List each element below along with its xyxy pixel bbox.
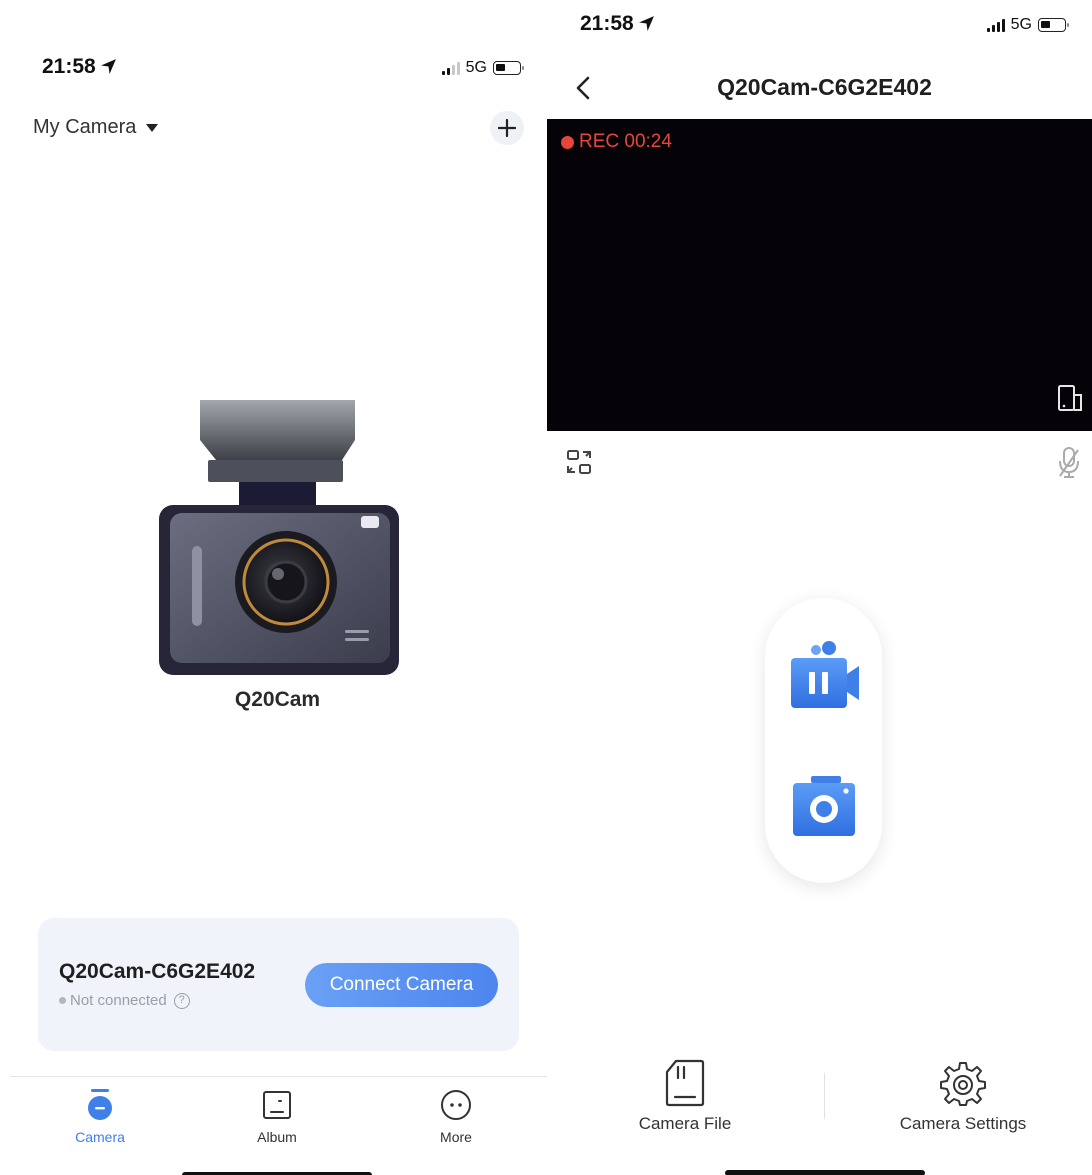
switch-camera-icon	[567, 450, 591, 474]
connect-camera-button[interactable]: Connect Camera	[305, 963, 498, 1007]
fullscreen-button[interactable]	[1055, 383, 1085, 415]
sd-card-icon	[665, 1059, 705, 1107]
home-indicator[interactable]	[725, 1170, 925, 1175]
plus-icon	[498, 119, 516, 137]
tab-album[interactable]: Album	[232, 1087, 322, 1145]
video-pause-icon	[791, 641, 859, 708]
live-video-feed[interactable]: REC 00:24	[547, 119, 1092, 431]
tab-camera[interactable]: Camera	[55, 1087, 145, 1145]
status-time: 21:58	[580, 12, 655, 36]
page-title: Q20Cam-C6G2E402	[717, 74, 932, 100]
camera-selector-label: My Camera	[33, 116, 137, 138]
battery-icon	[493, 61, 524, 75]
connection-status: Not connected ?	[59, 992, 190, 1009]
signal-icon	[441, 61, 460, 75]
status-time: 21:58	[42, 55, 117, 79]
location-arrow-icon	[100, 59, 116, 74]
status-time-text: 21:58	[580, 12, 634, 35]
add-camera-button[interactable]	[490, 111, 524, 145]
status-indicators: 5G	[986, 16, 1069, 34]
tab-album-label: Album	[257, 1129, 297, 1145]
status-indicators: 5G	[441, 59, 524, 77]
location-arrow-icon	[638, 16, 654, 31]
signal-icon	[986, 18, 1005, 32]
rotate-screen-icon	[1058, 385, 1082, 411]
status-time-text: 21:58	[42, 55, 96, 78]
dashcam-illustration	[159, 400, 399, 675]
rec-dot-icon	[561, 135, 574, 149]
live-view-screen: 21:58 5G Q20Cam-C6G2E402 REC 00:24 Camer…	[547, 0, 1092, 1175]
battery-icon	[1038, 18, 1069, 32]
camera-model-name: Q20Cam	[234, 688, 321, 711]
capture-controls	[765, 598, 882, 883]
status-dot-icon	[59, 997, 66, 1004]
status-bar: 21:58 5G	[0, 55, 547, 85]
tab-bar: Camera Album More	[10, 1076, 547, 1175]
network-label: 5G	[1010, 16, 1032, 33]
album-icon	[263, 1091, 291, 1119]
rec-indicator: REC 00:24	[561, 131, 672, 153]
camera-file-label: Camera File	[638, 1114, 732, 1133]
more-icon	[441, 1090, 471, 1120]
camera-list-screen: 21:58 5G My Camera Q20Cam Q20Cam-C6G2E40…	[0, 0, 547, 1175]
tab-more[interactable]: More	[411, 1087, 501, 1145]
tab-more-label: More	[440, 1129, 472, 1145]
camera-tab-icon	[88, 1089, 112, 1120]
network-label: 5G	[465, 59, 487, 76]
mic-off-icon	[1059, 447, 1079, 478]
caret-down-icon	[146, 123, 159, 132]
camera-file-button[interactable]: Camera File	[585, 1055, 785, 1134]
take-photo-button[interactable]	[791, 774, 857, 838]
gear-icon	[940, 1062, 986, 1106]
status-bar: 21:58 5G	[547, 10, 1092, 40]
camera-settings-label: Camera Settings	[899, 1114, 1027, 1133]
device-id: Q20Cam-C6G2E402	[59, 960, 256, 983]
camera-snapshot-icon	[793, 776, 855, 836]
switch-camera-button[interactable]	[564, 447, 594, 479]
camera-settings-button[interactable]: Camera Settings	[863, 1055, 1063, 1134]
rec-timer: REC 00:24	[579, 131, 672, 152]
device-card: Q20Cam-C6G2E402 Not connected ? Connect …	[38, 918, 519, 1051]
help-icon[interactable]: ?	[173, 992, 190, 1009]
camera-selector[interactable]: My Camera	[33, 116, 159, 139]
mic-button[interactable]	[1056, 446, 1082, 482]
connection-status-text: Not connected	[70, 992, 167, 1009]
tab-camera-label: Camera	[75, 1129, 125, 1145]
record-pause-button[interactable]	[789, 640, 861, 710]
action-divider	[824, 1073, 825, 1119]
bottom-actions: Camera File Camera Settings	[547, 1055, 1092, 1155]
